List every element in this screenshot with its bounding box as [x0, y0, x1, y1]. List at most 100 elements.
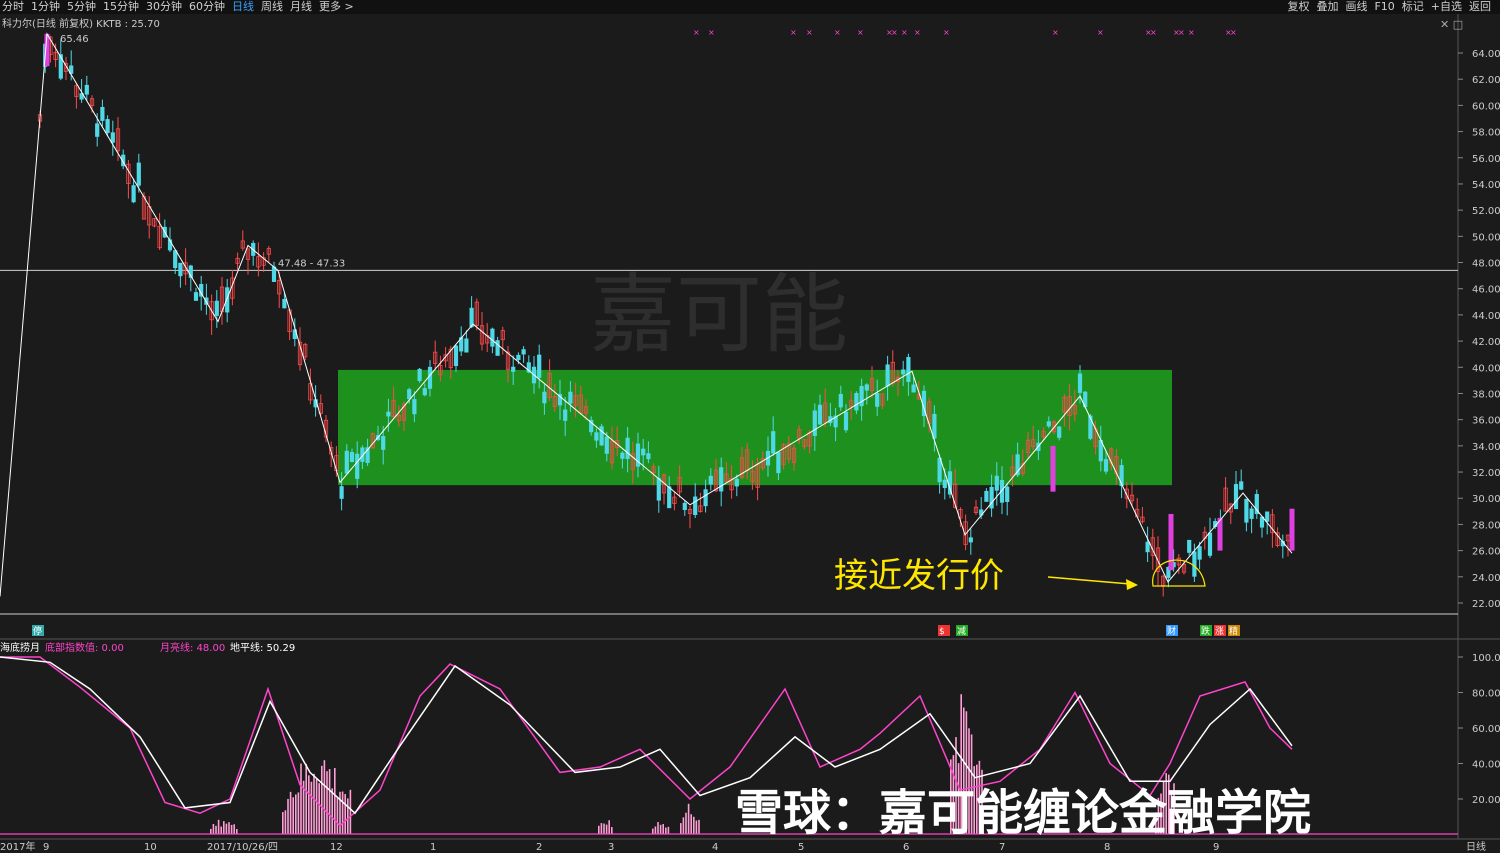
top-marker: × — [891, 28, 898, 37]
candle-body — [173, 250, 178, 269]
sub-bar — [608, 820, 610, 834]
event-badge[interactable]: 精 — [1229, 625, 1238, 637]
candle-body — [100, 106, 105, 121]
toolbar-button-1[interactable]: 叠加 — [1316, 0, 1338, 14]
top-marker: × — [1178, 28, 1185, 37]
candle-body — [110, 132, 115, 143]
sub-bar — [685, 812, 687, 834]
toolbar-button-3[interactable]: F10 — [1374, 0, 1394, 14]
event-badge[interactable]: 跌 — [1201, 626, 1210, 637]
stock-chart: 科力尔(日线 前复权) KKTB : 25.70 ✕ □ 嘉可能 64.0062… — [0, 14, 1500, 853]
event-badge[interactable]: 减 — [957, 625, 966, 637]
candle-body — [495, 340, 500, 356]
sub-bar — [654, 826, 657, 834]
candle-body — [563, 409, 568, 421]
candle-body — [1192, 551, 1197, 577]
toolbar-button-5[interactable]: +自选 — [1431, 0, 1462, 14]
period-tab-7[interactable]: 周线 — [261, 0, 283, 14]
candle-body — [271, 266, 277, 282]
peak-label: 65.46 — [60, 34, 89, 45]
period-tab-4[interactable]: 30分钟 — [146, 0, 182, 14]
sub-y-tick-label: 100.0 — [1472, 653, 1500, 664]
highlight-candle — [1050, 445, 1056, 492]
y-tick-label: 52.00 — [1472, 206, 1500, 217]
period-tab-3[interactable]: 15分钟 — [103, 0, 139, 14]
candle-body — [136, 162, 141, 186]
period-tab-8[interactable]: 月线 — [290, 0, 312, 14]
sub-y-tick-label: 60.00 — [1472, 724, 1500, 735]
period-tab-1[interactable]: 1分钟 — [31, 0, 60, 14]
candle-body — [682, 502, 687, 511]
sub-bar — [282, 812, 284, 834]
sub-bar — [652, 828, 654, 834]
period-tab-5[interactable]: 60分钟 — [189, 0, 225, 14]
panel-close-icon[interactable]: ✕ □ — [1440, 18, 1463, 31]
sub-bar — [334, 767, 336, 834]
sub-bar — [326, 771, 328, 834]
sub-y-tick-label: 20.00 — [1472, 795, 1500, 806]
period-tab-0[interactable]: 分时 — [2, 0, 24, 14]
candle-body — [599, 426, 604, 446]
x-tick-label: 3 — [608, 842, 614, 853]
sub-bar — [212, 823, 215, 834]
candle-body — [667, 486, 672, 509]
sub-bar — [217, 819, 220, 834]
y-tick-label: 58.00 — [1472, 128, 1500, 139]
toolbar-button-2[interactable]: 画线 — [1345, 0, 1367, 14]
candle-body — [984, 490, 989, 502]
sub-bar — [665, 827, 667, 834]
period-tab-2[interactable]: 5分钟 — [67, 0, 96, 14]
candle-body — [911, 384, 916, 393]
event-badge[interactable]: 涨 — [1215, 626, 1224, 637]
candle-body — [693, 496, 698, 516]
sub-bar — [657, 822, 659, 834]
y-tick-label: 24.00 — [1472, 573, 1500, 584]
candle-body — [537, 354, 542, 378]
legend-moon-line: 月亮线: 48.00 — [160, 641, 225, 654]
toolbar-button-6[interactable]: 返回 — [1469, 0, 1491, 14]
x-tick-label: 8 — [1104, 842, 1110, 853]
sub-bar — [225, 823, 228, 834]
candle-body — [854, 393, 859, 411]
corner-label: 日线 — [1466, 840, 1486, 853]
y-tick-label: 40.00 — [1472, 363, 1500, 374]
sub-bar — [328, 769, 331, 834]
toolbar-button-4[interactable]: 标记 — [1402, 0, 1424, 14]
candle-body — [994, 475, 999, 491]
event-badge[interactable]: $ — [939, 627, 945, 637]
y-tick-label: 54.00 — [1472, 180, 1500, 191]
candle-body — [84, 84, 89, 95]
top-marker: × — [708, 28, 715, 37]
candle-body — [875, 393, 880, 407]
y-tick-label: 48.00 — [1472, 259, 1500, 270]
legend-horizon-line: 地平线: 50.29 — [230, 641, 295, 654]
candle-body — [734, 478, 739, 487]
toolbar-button-0[interactable]: 复权 — [1287, 0, 1309, 14]
sub-bar — [695, 820, 698, 834]
sub-bar — [318, 783, 320, 834]
sub-y-tick-label: 80.00 — [1472, 689, 1500, 700]
candle-body — [407, 389, 412, 400]
top-marker: × — [1188, 28, 1195, 37]
sub-bar — [315, 778, 318, 834]
sub-y-tick-label: 40.00 — [1472, 760, 1500, 771]
top-marker: × — [1097, 28, 1104, 37]
period-tab-9[interactable]: 更多 > — [319, 0, 354, 14]
sub-bar — [305, 763, 307, 834]
candle-body — [885, 364, 890, 387]
sub-bar — [598, 825, 600, 834]
candle-body — [641, 448, 646, 456]
top-marker: × — [901, 28, 908, 37]
resistance-label: 47.48 - 47.33 — [278, 258, 345, 269]
period-tab-6[interactable]: 日线 — [232, 0, 254, 14]
candle-body — [1103, 459, 1109, 472]
event-badge[interactable]: 停 — [33, 625, 42, 637]
x-tick-label: 2 — [536, 842, 542, 853]
event-badge[interactable]: 财 — [1167, 625, 1176, 637]
candle-body — [838, 393, 843, 408]
candle-body — [719, 467, 724, 492]
top-marker: × — [790, 28, 797, 37]
candle-body — [932, 413, 937, 439]
highlight-candle — [1289, 508, 1295, 551]
y-tick-label: 64.00 — [1472, 49, 1500, 60]
